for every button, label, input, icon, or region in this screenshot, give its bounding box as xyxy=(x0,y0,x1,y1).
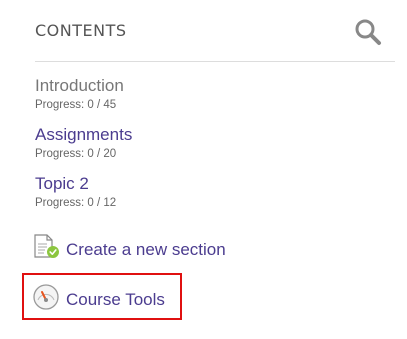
create-section-link[interactable]: Create a new section xyxy=(31,233,226,266)
search-icon[interactable] xyxy=(353,17,383,47)
section-title[interactable]: Introduction xyxy=(35,76,124,96)
highlight-box xyxy=(22,273,182,320)
section-progress: Progress: 0 / 20 xyxy=(35,148,117,160)
section-introduction[interactable]: Introduction Progress: 0 / 45 xyxy=(35,76,124,112)
contents-header: CONTENTS xyxy=(35,0,395,62)
section-progress: Progress: 0 / 45 xyxy=(35,99,117,111)
header-title: CONTENTS xyxy=(35,21,127,40)
new-section-icon xyxy=(31,233,61,266)
section-title[interactable]: Topic 2 xyxy=(35,174,116,194)
contents-panel: CONTENTS Introduction Progress: 0 / 45 A… xyxy=(0,0,407,339)
section-topic-2[interactable]: Topic 2 Progress: 0 / 12 xyxy=(35,174,116,210)
section-progress: Progress: 0 / 12 xyxy=(35,197,117,209)
create-section-label[interactable]: Create a new section xyxy=(66,240,226,260)
section-assignments[interactable]: Assignments Progress: 0 / 20 xyxy=(35,125,132,161)
section-title[interactable]: Assignments xyxy=(35,125,132,145)
